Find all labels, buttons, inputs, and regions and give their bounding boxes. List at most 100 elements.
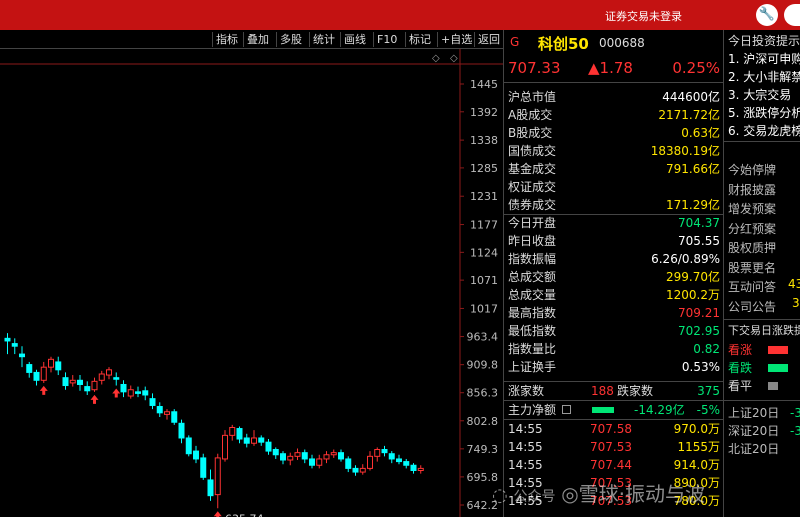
toolbar-button-0[interactable]: 指标 — [212, 32, 241, 47]
tick-volume: 1155万 — [677, 440, 720, 454]
info-link[interactable]: 分红预案 — [728, 220, 800, 238]
tick-time: 14:55 — [508, 494, 543, 508]
title-bar: 证券交易未登录 🔧 — [0, 0, 800, 30]
candle-body — [178, 422, 185, 439]
tip-link[interactable]: 1. 沪深可申购 — [728, 50, 800, 68]
candle-body — [164, 411, 170, 415]
stat-row: 上证换手 0.53% — [504, 358, 724, 376]
candle-body — [359, 467, 366, 473]
stat-label: 上证换手 — [508, 360, 557, 374]
y-tick-label: 1445 — [470, 78, 498, 91]
tip-link[interactable]: 5. 涨跌停分析 — [728, 104, 800, 122]
toolbar-button-2[interactable]: 多股 — [276, 32, 305, 47]
tick-row: 14:55 707.53 890.0万 — [504, 474, 724, 492]
tips-header: 今日投资提示 — [728, 34, 800, 48]
stat-label: 最低指数 — [508, 324, 557, 338]
info-link[interactable]: 公司公告 — [728, 298, 800, 316]
kline-svg[interactable]: ◇ ◇ 1445 1392 1338 1285 1231 1177 1124 1071 1017 96… — [0, 49, 503, 517]
stat-row: 最低指数 702.95 — [504, 322, 724, 340]
toolbar-button-8[interactable]: 返回 — [474, 32, 503, 47]
stat-value: 704.37 — [678, 216, 720, 230]
candle-body — [403, 461, 410, 466]
tip-link[interactable]: 2. 大小非解禁 — [728, 68, 800, 86]
tip-link[interactable]: 3. 大宗交易 — [728, 86, 800, 104]
stock-change: ▲1.78 — [588, 59, 633, 77]
y-tick-label: 1231 — [470, 190, 498, 203]
chart-toolbar: 指标 叠加 多股 统计 画线 F10 标记 +自选 返回 — [0, 30, 503, 49]
stat-label: 指数振幅 — [508, 252, 557, 266]
up-arrow-marker — [39, 385, 48, 395]
y-tick-label: 909.8 — [467, 359, 499, 372]
info-link[interactable]: 股票更名 — [728, 259, 800, 277]
toolbar-button-6[interactable]: 标记 — [405, 32, 434, 47]
stat-value: 0.53% — [681, 360, 720, 374]
stat-label: 最高指数 — [508, 306, 557, 320]
close-icon[interactable] — [784, 4, 800, 26]
candle-body — [62, 377, 69, 387]
netflow-row[interactable]: 主力净额 -14.29亿 -5% — [504, 401, 724, 419]
tick-volume: 970.0万 — [673, 422, 720, 436]
tick-price: 707.53 — [590, 440, 632, 454]
stat-label: 沪总市值 — [508, 90, 557, 104]
netflow-label: 主力净额 — [508, 403, 557, 417]
info-link[interactable]: 股权质押 — [728, 239, 800, 257]
toolbar-button-7[interactable]: +自选 — [437, 32, 475, 47]
legend-swatch — [768, 382, 778, 390]
up-arrow-marker — [90, 394, 99, 404]
candle-body — [200, 457, 207, 478]
info-link[interactable]: 增发预案 — [728, 200, 800, 218]
tick-row: 14:55 707.53 780.0万 — [504, 492, 724, 510]
toolbar-button-5[interactable]: F10 — [373, 32, 400, 47]
candle-body — [294, 452, 301, 457]
legend-label: 看跌 — [728, 361, 753, 375]
stat-value: 299.70亿 — [666, 270, 720, 284]
toolbar-button-1[interactable]: 叠加 — [243, 32, 272, 47]
netflow-value: -14.29亿 — [634, 403, 685, 417]
tick-volume: 780.0万 — [673, 494, 720, 508]
wrench-icon[interactable]: 🔧 — [756, 4, 778, 26]
tick-time: 14:55 — [508, 476, 543, 490]
candle-body — [381, 449, 388, 454]
stat-value: 702.95 — [678, 324, 720, 338]
candle-body — [135, 391, 141, 394]
tick-row: 14:55 707.58 970.0万 — [504, 420, 724, 438]
stat-label: 权证成交 — [508, 180, 557, 194]
y-tick-label: 695.8 — [467, 471, 499, 484]
diamond-icon: ◇ — [432, 53, 440, 64]
stock-code: 000688 — [599, 36, 645, 50]
candle-body — [236, 428, 243, 440]
tip-link[interactable]: 6. 交易龙虎榜 — [728, 122, 800, 140]
info-link[interactable]: 今始停牌 — [728, 161, 800, 179]
legend-label: 看涨 — [728, 343, 753, 357]
y-tick-label: 1338 — [470, 134, 498, 147]
candle-body — [309, 458, 315, 466]
y-tick-label: 1177 — [470, 219, 498, 232]
kline-chart[interactable]: ◇ ◇ 1445 1392 1338 1285 1231 1177 1124 1071 1017 96… — [0, 49, 503, 517]
toolbar-button-3[interactable]: 统计 — [309, 32, 338, 47]
candle-body — [345, 458, 352, 469]
stock-marker: G — [510, 35, 520, 49]
notice-count: 3 — [792, 296, 800, 310]
candle-body — [410, 464, 417, 471]
updown-row: 涨家数 188 跌家数 375 — [504, 382, 724, 400]
candle-body — [40, 366, 47, 381]
stat-row: 指数振幅 6.26/0.89% — [504, 250, 724, 268]
candle-body — [149, 398, 156, 406]
toolbar-button-4[interactable]: 画线 — [340, 32, 369, 47]
tick-time: 14:55 — [508, 440, 543, 454]
stat-label: B股成交 — [508, 126, 553, 140]
stock-price: 707.33 — [508, 59, 561, 77]
market-value: -3 — [790, 424, 800, 438]
y-tick-label: 642.2 — [467, 499, 499, 512]
down-label: 跌家数 — [617, 384, 654, 398]
diamond-icon: ◇ — [450, 53, 458, 64]
candle-body — [127, 389, 134, 397]
candle-body — [214, 457, 221, 496]
candle-body — [280, 453, 286, 461]
tick-price: 707.58 — [590, 422, 632, 436]
info-link[interactable]: 财报披露 — [728, 181, 800, 199]
candle-body — [19, 353, 25, 358]
tick-row: 14:55 707.44 914.0万 — [504, 456, 724, 474]
up-count: 188 — [591, 384, 614, 398]
netflow-menu-icon[interactable] — [562, 405, 571, 414]
